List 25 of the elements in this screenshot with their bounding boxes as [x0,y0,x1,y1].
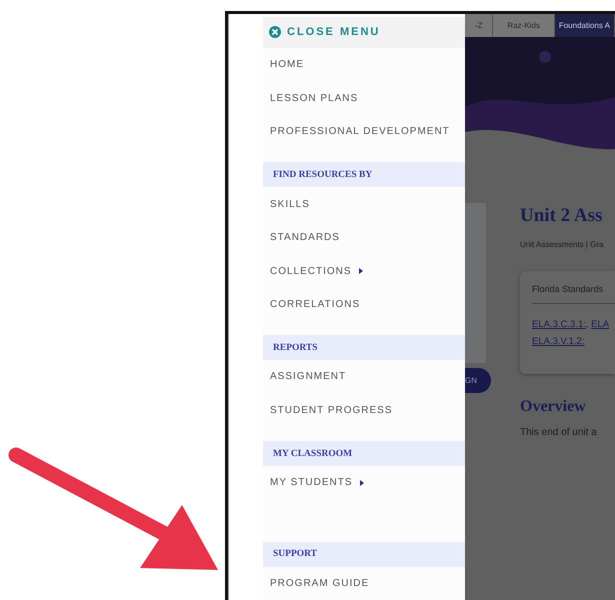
menu-item[interactable]: PROGRAM GUIDE [263,566,465,600]
menu-item[interactable]: STANDARDS [263,220,465,254]
close-icon [269,26,281,38]
menu-item[interactable]: MY STUDENTS [263,466,465,500]
section-heading: REPORTS [263,335,465,360]
section-heading: MY CLASSROOM [263,441,465,466]
assign-button[interactable]: GN [465,368,491,393]
menu-item[interactable]: STUDENT PROGRESS [263,394,465,428]
menu-item[interactable]: PROFESSIONAL DEVELOPMENT [263,114,465,148]
menu-item[interactable]: COLLECTIONS [263,254,465,288]
section-heading: SUPPORT [263,542,465,567]
close-menu-button[interactable]: CLOSE MENU [263,17,465,48]
menu-item[interactable]: ASSIGNMENT [263,360,465,394]
overview-text: This end of unit a [520,427,598,438]
separator-text: , [586,319,589,330]
menu-item[interactable]: LESSON PLANS [263,81,465,115]
section-title: Overview [520,398,587,416]
menu-item[interactable]: HOME [263,48,465,82]
page-title: Unit 2 Ass [520,204,604,228]
menu-item[interactable]: CORRELATIONS [263,288,465,322]
site-tab[interactable]: Foundations A [554,14,615,37]
card-heading: Florida Standards [532,284,615,304]
breadcrumb: Unit Assessments | Gra [520,240,604,249]
menu-item[interactable]: SKILLS [263,187,465,221]
section-heading: FIND RESOURCES BY [263,162,465,188]
